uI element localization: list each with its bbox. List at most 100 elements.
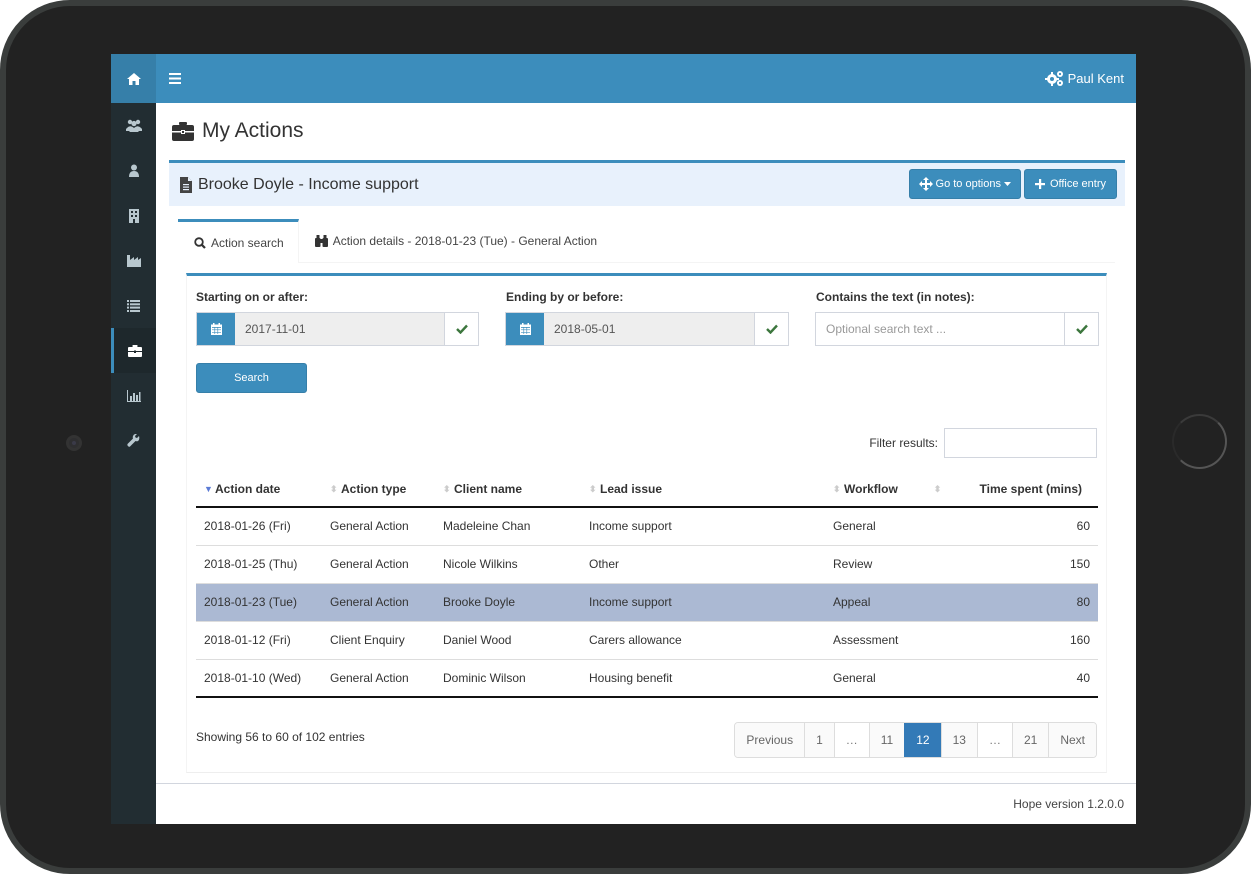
sidebar-item-settings[interactable] bbox=[111, 418, 156, 463]
go-to-options-label: Go to options bbox=[935, 178, 1001, 190]
pagination-ellipsis: … bbox=[976, 723, 1012, 757]
industry-icon bbox=[126, 255, 141, 267]
search-icon bbox=[194, 236, 206, 249]
column-header-lead-issue[interactable]: ⬍ Lead issue bbox=[581, 471, 825, 508]
binoculars-icon bbox=[314, 235, 328, 247]
page-title: My Actions bbox=[172, 119, 304, 143]
user-name: Paul Kent bbox=[1067, 71, 1124, 86]
search-button[interactable]: Search bbox=[196, 363, 307, 393]
cell-client-name: Dominic Wilson bbox=[435, 659, 581, 698]
pagination-page[interactable]: 13 bbox=[940, 723, 977, 757]
actions-table: ▼ Action date ⬍ Action type ⬍ Client name ⬍… bbox=[196, 471, 1098, 698]
hamburger-icon bbox=[169, 73, 181, 84]
cell-action-date: 2018-01-12 (Fri) bbox=[196, 621, 322, 660]
pagination-ellipsis: … bbox=[833, 723, 869, 757]
home-icon bbox=[126, 72, 141, 85]
column-header-time-spent[interactable]: Time spent (mins) bbox=[952, 471, 1098, 508]
camera-icon bbox=[66, 435, 82, 451]
cell-workflow: Assessment bbox=[825, 621, 953, 660]
sort-icon: ⬍ bbox=[589, 483, 597, 494]
sidebar-item-offices[interactable] bbox=[111, 193, 156, 238]
pagination-current-page[interactable]: 12 bbox=[904, 723, 941, 757]
pagination-previous[interactable]: Previous bbox=[735, 723, 805, 757]
cell-lead-issue: Carers allowance bbox=[581, 621, 825, 660]
users-icon bbox=[125, 119, 142, 132]
end-date-field[interactable]: 2018-05-01 bbox=[544, 313, 754, 345]
start-date-field[interactable]: 2017-11-01 bbox=[235, 313, 444, 345]
cell-action-date: 2018-01-23 (Tue) bbox=[196, 583, 322, 622]
table-header-row: ▼ Action date ⬍ Action type ⬍ Client name ⬍… bbox=[196, 471, 1098, 508]
cell-action-type: General Action bbox=[322, 659, 435, 698]
app-screen: Paul Kent My Actions Brooke Doyle - Inco… bbox=[111, 54, 1136, 824]
table-row[interactable]: 2018-01-25 (Thu) General Action Nicole W… bbox=[196, 545, 1098, 584]
filter-input[interactable] bbox=[944, 428, 1097, 458]
cell-action-type: General Action bbox=[322, 507, 435, 546]
end-date-label: Ending by or before: bbox=[506, 290, 624, 304]
tab-label: Action details - 2018-01-23 (Tue) - Gene… bbox=[332, 234, 598, 248]
sort-icon: ⬍ bbox=[933, 483, 942, 494]
gears-icon bbox=[1044, 71, 1063, 86]
notes-text-group bbox=[815, 312, 1099, 346]
calendar-icon bbox=[519, 323, 531, 335]
column-header-action-type[interactable]: ⬍ Action type bbox=[322, 471, 435, 508]
cell-action-type: General Action bbox=[322, 545, 435, 584]
column-header-client-name[interactable]: ⬍ Client name bbox=[435, 471, 581, 508]
cell-action-date: 2018-01-10 (Wed) bbox=[196, 659, 322, 698]
cell-workflow: General bbox=[825, 507, 953, 546]
cell-action-date: 2018-01-25 (Thu) bbox=[196, 545, 322, 584]
sidebar-item-lists[interactable] bbox=[111, 283, 156, 328]
tab-action-details[interactable]: Action details - 2018-01-23 (Tue) - Gene… bbox=[299, 219, 611, 263]
wrench-icon bbox=[127, 434, 140, 447]
pagination-page[interactable]: 21 bbox=[1011, 723, 1049, 757]
cell-action-date: 2018-01-26 (Fri) bbox=[196, 507, 322, 546]
sidebar-item-clients[interactable] bbox=[111, 103, 156, 148]
cell-time-spent: 80 bbox=[952, 583, 1098, 622]
tab-action-search[interactable]: Action search bbox=[178, 219, 299, 263]
list-icon bbox=[127, 299, 140, 312]
sidebar-item-organisations[interactable] bbox=[111, 238, 156, 283]
filter-results: Filter results: bbox=[869, 428, 1097, 458]
sort-desc-icon: ▼ bbox=[204, 484, 213, 495]
tab-bar: Action search Action details - 2018-01-2… bbox=[178, 219, 1115, 263]
table-row-selected[interactable]: 2018-01-23 (Tue) General Action Brooke D… bbox=[196, 583, 1098, 622]
action-box: Brooke Doyle - Income support Go to opti… bbox=[169, 160, 1125, 780]
sidebar-item-my-actions[interactable] bbox=[111, 328, 156, 373]
sidebar-item-reports[interactable] bbox=[111, 373, 156, 418]
calendar-icon bbox=[210, 323, 222, 335]
user-icon bbox=[128, 164, 139, 177]
office-entry-label: Office entry bbox=[1049, 178, 1106, 190]
sidebar-toggle-button[interactable] bbox=[156, 54, 194, 103]
footer: Hope version 1.2.0.0 bbox=[156, 783, 1136, 824]
pagination-page[interactable]: 1 bbox=[804, 723, 834, 757]
table-row[interactable]: 2018-01-12 (Fri) Client Enquiry Daniel W… bbox=[196, 621, 1098, 660]
cell-workflow: General bbox=[825, 659, 953, 698]
version-text: Hope version 1.2.0.0 bbox=[1013, 797, 1124, 811]
cell-workflow: Review bbox=[825, 545, 953, 584]
table-row[interactable]: 2018-01-10 (Wed) General Action Dominic … bbox=[196, 659, 1098, 698]
pagination-next[interactable]: Next bbox=[1048, 723, 1096, 757]
check-icon bbox=[765, 324, 778, 334]
cell-action-type: Client Enquiry bbox=[322, 621, 435, 660]
table-info: Showing 56 to 60 of 102 entries bbox=[196, 730, 365, 744]
cell-workflow: Appeal bbox=[825, 583, 953, 622]
notes-search-input[interactable] bbox=[816, 313, 1064, 345]
pagination-page[interactable]: 11 bbox=[868, 723, 905, 757]
sidebar-item-user[interactable] bbox=[111, 148, 156, 193]
office-entry-button[interactable]: Office entry bbox=[1023, 169, 1117, 199]
home-button[interactable] bbox=[111, 54, 156, 103]
cell-time-spent: 60 bbox=[952, 507, 1098, 546]
user-menu[interactable]: Paul Kent bbox=[1044, 54, 1124, 103]
tab-label: Action search bbox=[211, 235, 284, 250]
top-navbar: Paul Kent bbox=[111, 54, 1136, 103]
notes-text-valid bbox=[1064, 313, 1098, 345]
filter-label: Filter results: bbox=[869, 436, 938, 450]
start-date-picker-button[interactable] bbox=[197, 313, 235, 345]
column-header-action-date[interactable]: ▼ Action date bbox=[196, 471, 322, 508]
check-icon bbox=[1075, 324, 1088, 334]
table-row[interactable]: 2018-01-26 (Fri) General Action Madelein… bbox=[196, 507, 1098, 546]
briefcase-icon bbox=[128, 344, 142, 357]
go-to-options-button[interactable]: Go to options bbox=[908, 169, 1021, 199]
end-date-picker-button[interactable] bbox=[506, 313, 544, 345]
column-header-workflow[interactable]: ⬍ Workflow ⬍ bbox=[825, 471, 953, 508]
cell-lead-issue: Housing benefit bbox=[581, 659, 825, 698]
